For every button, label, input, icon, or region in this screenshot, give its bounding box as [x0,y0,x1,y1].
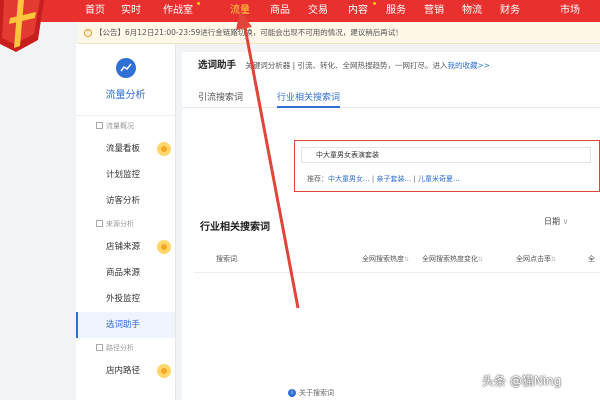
nav-new-dot [197,2,200,5]
nav-item-finance[interactable]: 财务 [496,3,524,19]
info-row[interactable]: i 关于搜索词 [288,388,334,398]
tab-bar: 引流搜索词 行业相关搜索词 [182,82,600,108]
nav-item-realtime[interactable]: 实时 [118,3,144,19]
sidebar-item-keyword-helper[interactable]: 选词助手 [76,312,175,338]
nav-new-dot [373,2,376,5]
col-keyword: 搜索词 [216,255,237,263]
badge-icon [157,240,171,254]
sidebar-item-shop-source[interactable]: 店铺来源 [76,234,175,260]
sort-icon: ⇅ [551,256,557,263]
nav-item-goods[interactable]: 商品 [266,3,294,19]
table-header: 搜索词 全网搜索热度⇅ 全网搜索热度变化⇅ 全网点击率⇅ 全 [194,247,600,273]
traffic-analysis-icon [115,58,136,78]
search-highlight-box: 中大童男女表演套装 推荐：中大童男女... | 亲子套装... | 儿童米奇夏.… [294,140,600,192]
recommend-row: 推荐：中大童男女... | 亲子套装... | 儿童米奇夏... [307,175,460,183]
sidebar-item-goods-source[interactable]: 商品来源 [76,260,175,286]
nav-item-logistics[interactable]: 物流 [458,3,486,19]
group-icon [96,122,103,129]
sidebar-item-plan-monitor[interactable]: 计划监控 [76,162,175,188]
main-panel: 选词助手 关键词分析器 | 引流、转化、全网热搜趋势，一网打尽。进入我的收藏>>… [182,52,600,400]
gift-decoration-icon [0,0,44,52]
tab-traffic-keywords[interactable]: 引流搜索词 [198,90,243,108]
nav-item-service[interactable]: 服务 [382,3,410,19]
sort-icon: ⇅ [478,256,484,263]
col-click-rate[interactable]: 全网点击率⇅ [516,254,556,264]
section-title: 行业相关搜索词 [200,222,270,233]
sidebar-item-traffic-board[interactable]: 流量看板 [76,136,175,162]
chevron-down-icon: ∨ [562,217,569,226]
favorites-link[interactable]: 我的收藏>> [448,61,491,70]
tool-title: 选词助手 [198,60,237,71]
watermark: 头条 @猫Ning [482,374,562,388]
nav-item-content[interactable]: 内容 [344,2,376,19]
recommend-item[interactable]: 儿童米奇夏... [418,175,460,183]
nav-item-home[interactable]: 首页 [82,3,108,19]
tab-industry-keywords[interactable]: 行业相关搜索词 [277,90,341,108]
badge-icon [157,142,171,156]
sidebar-group-source: 来源分析 [76,214,175,234]
sidebar-header: 流量分析 [76,44,175,116]
nav-item-warroom[interactable]: 作战室 [160,2,200,19]
col-search-heat[interactable]: 全网搜索热度⇅ [362,254,409,264]
info-icon: i [288,389,296,397]
col-more: 全 [588,255,595,263]
sidebar-item-shop-path[interactable]: 店内路径 [76,358,175,384]
col-heat-change[interactable]: 全网搜索热度变化⇅ [422,254,483,264]
date-select[interactable]: 日期 ∨ [544,216,568,227]
tool-description: 关键词分析器 | 引流、转化、全网热搜趋势，一网打尽。进入 [245,61,448,70]
group-icon [96,344,103,351]
nav-item-market[interactable]: 市场 [556,3,584,19]
nav-item-traffic[interactable]: 流量 [226,3,254,19]
info-icon: ! [84,29,92,37]
group-icon [96,220,103,227]
notice-bar: ! 【公告】6月12日21:00-23:59进行金链路切换，可能会出现不可用的情况… [78,22,600,44]
badge-icon [157,364,171,378]
recommend-item[interactable]: 亲子套装... [377,175,412,183]
nav-item-trade[interactable]: 交易 [304,3,332,19]
sidebar-group-overview: 流量概况 [76,116,175,136]
nav-item-marketing[interactable]: 营销 [420,3,448,19]
sort-icon: ⇅ [404,256,410,263]
sidebar-item-external-monitor[interactable]: 外投监控 [76,286,175,312]
sidebar-item-visitor-analysis[interactable]: 访客分析 [76,188,175,214]
sidebar: 流量分析 流量概况 流量看板 计划监控 访客分析 来源分析 店铺来源 商品来源 … [76,44,176,400]
tool-header: 选词助手 关键词分析器 | 引流、转化、全网热搜趋势，一网打尽。进入我的收藏>> [182,52,600,82]
notice-text: 【公告】6月12日21:00-23:59进行金链路切换，可能会出现不可用的情况，… [95,28,403,37]
sidebar-title: 流量分析 [105,90,146,101]
sidebar-group-path: 路径分析 [76,338,175,358]
top-nav: 首页 实时 作战室 流量 商品 交易 内容 服务 营销 物流 财务 市场 [0,0,600,22]
search-input[interactable]: 中大童男女表演套装 [301,147,591,163]
recommend-item[interactable]: 中大童男女... [328,175,370,183]
